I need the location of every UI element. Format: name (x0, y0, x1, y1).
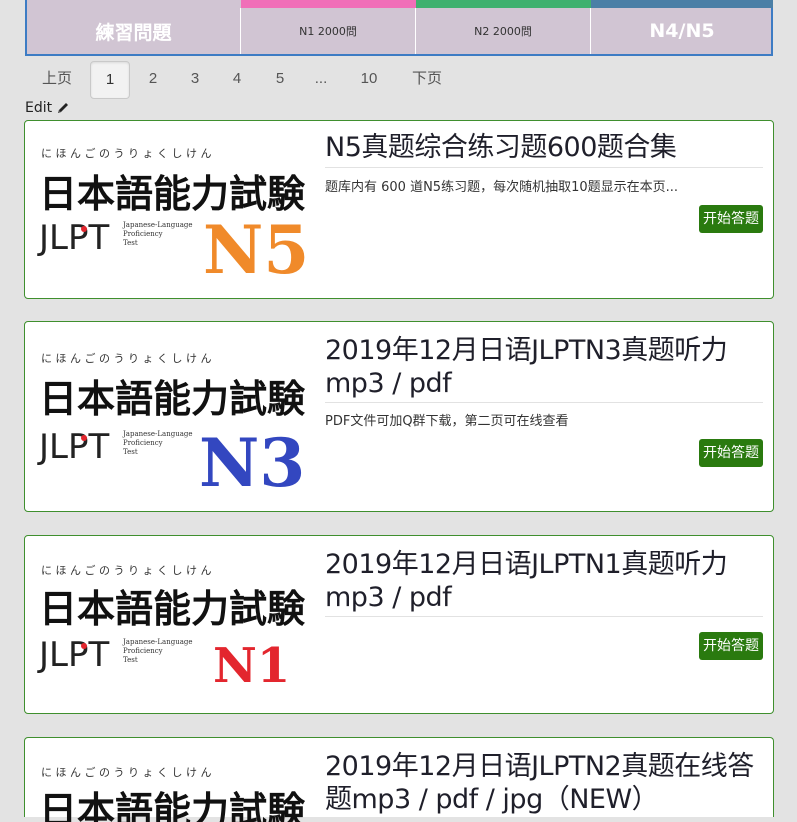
thumbnail-sub1: Japanese-Language (122, 430, 193, 438)
quiz-card: に ほ ん ご の う り ょ く し け ん 日本語能力試験 JLPT Jap… (24, 535, 774, 714)
category-colorbar (416, 0, 591, 8)
card-divider (325, 167, 763, 168)
quiz-card: に ほ ん ご の う り ょ く し け ん 日本語能力試験 2019年12月… (24, 737, 774, 822)
thumbnail-jlpt: JLPT (37, 427, 109, 467)
thumbnail-kana: に ほ ん ご の う り ょ く し け ん (41, 146, 211, 160)
thumbnail-jlpt: JLPT (37, 635, 109, 675)
edit-label: Edit (25, 100, 53, 116)
pagination-page-5[interactable]: 5 (266, 61, 294, 97)
jlpt-n1-thumbnail: に ほ ん ご の う り ょ く し け ん 日本語能力試験 JLPT Jap… (37, 563, 306, 694)
thumbnail-kanji: 日本語能力試験 (39, 171, 306, 216)
start-quiz-button[interactable]: 开始答题 (699, 205, 763, 233)
card-title[interactable]: 2019年12月日语JLPTN1真题听力 mp3 / pdf (325, 548, 765, 614)
thumbnail-jlpt: JLPT (37, 218, 109, 258)
pagination-next[interactable]: 下页 (403, 61, 451, 97)
jlpt-n5-thumbnail: に ほ ん ご の う り ょ く し け ん 日本語能力試験 JLPT Jap… (37, 146, 309, 281)
card-description: 题库内有 600 道N5练习题，每次随机抽取10题显示在本页... (325, 180, 679, 195)
card-divider (325, 616, 763, 617)
category-n1-2000[interactable]: N1 2000問 (241, 8, 416, 54)
thumbnail-sub3: Test (123, 239, 138, 247)
start-quiz-button[interactable]: 开始答题 (699, 632, 763, 660)
thumbnail-kana: に ほ ん ご の う り ょ く し け ん (41, 563, 211, 577)
category-practice[interactable]: 練習問題 (27, 8, 241, 54)
pagination-page-3[interactable]: 3 (181, 61, 209, 97)
category-grid: 練習問題 N1 2000問 N2 2000問 N4/N5 (25, 0, 773, 56)
card-title[interactable]: 2019年12月日语JLPTN3真题听力 mp3 / pdf (325, 334, 765, 400)
category-n2-2000[interactable]: N2 2000問 (416, 8, 591, 54)
thumbnail-level: N5 (203, 211, 309, 281)
thumbnail-level: N3 (199, 424, 305, 491)
thumbnail-kanji: 日本語能力試験 (39, 376, 306, 421)
quiz-card: に ほ ん ご の う り ょ く し け ん 日本語能力試験 JLPT Jap… (24, 321, 774, 512)
category-colorbar (27, 0, 241, 8)
thumbnail-kanji: 日本語能力試験 (39, 788, 306, 822)
start-quiz-button[interactable]: 开始答题 (699, 439, 763, 467)
thumbnail-sub1: Japanese-Language (122, 638, 193, 646)
thumbnail-sub2: Proficiency (123, 647, 163, 655)
edit-link[interactable]: Edit (25, 100, 70, 116)
pagination-page-1[interactable]: 1 (90, 61, 130, 99)
thumbnail-kana: に ほ ん ご の う り ょ く し け ん (41, 351, 211, 365)
pagination-page-4[interactable]: 4 (223, 61, 251, 97)
card-description: PDF文件可加Q群下载，第二页可在线查看 (325, 414, 569, 429)
pagination-ellipsis: ... (314, 70, 328, 87)
pencil-icon (58, 103, 69, 113)
card-title[interactable]: N5真题综合练习题600题合集 (325, 131, 765, 164)
thumbnail-level: N1 (213, 638, 290, 694)
thumbnail-sub2: Proficiency (123, 230, 163, 238)
thumbnail-sub2: Proficiency (123, 439, 163, 447)
pagination-prev[interactable]: 上页 (33, 61, 81, 97)
card-divider (325, 402, 763, 403)
thumbnail-sub3: Test (123, 448, 138, 456)
thumbnail-kana: に ほ ん ご の う り ょ く し け ん (41, 765, 211, 779)
thumbnail-sub1: Japanese-Language (122, 221, 193, 229)
category-n4-n5[interactable]: N4/N5 (591, 8, 773, 54)
thumbnail-sub3: Test (123, 656, 138, 664)
card-title[interactable]: 2019年12月日语JLPTN2真题在线答题mp3 / pdf / jpg（NE… (325, 750, 765, 816)
category-colorbar (591, 0, 773, 8)
quiz-card: に ほ ん ご の う り ょ く し け ん 日本語能力試験 JLPT Jap… (24, 120, 774, 299)
thumbnail-kanji: 日本語能力試験 (39, 586, 306, 631)
jlpt-n2-thumbnail: に ほ ん ご の う り ょ く し け ん 日本語能力試験 (39, 765, 306, 822)
category-colorbar (241, 0, 416, 8)
pagination-page-10[interactable]: 10 (353, 61, 385, 97)
pagination-page-2[interactable]: 2 (139, 61, 167, 97)
jlpt-n3-thumbnail: に ほ ん ご の う り ょ く し け ん 日本語能力試験 JLPT Jap… (37, 351, 306, 491)
